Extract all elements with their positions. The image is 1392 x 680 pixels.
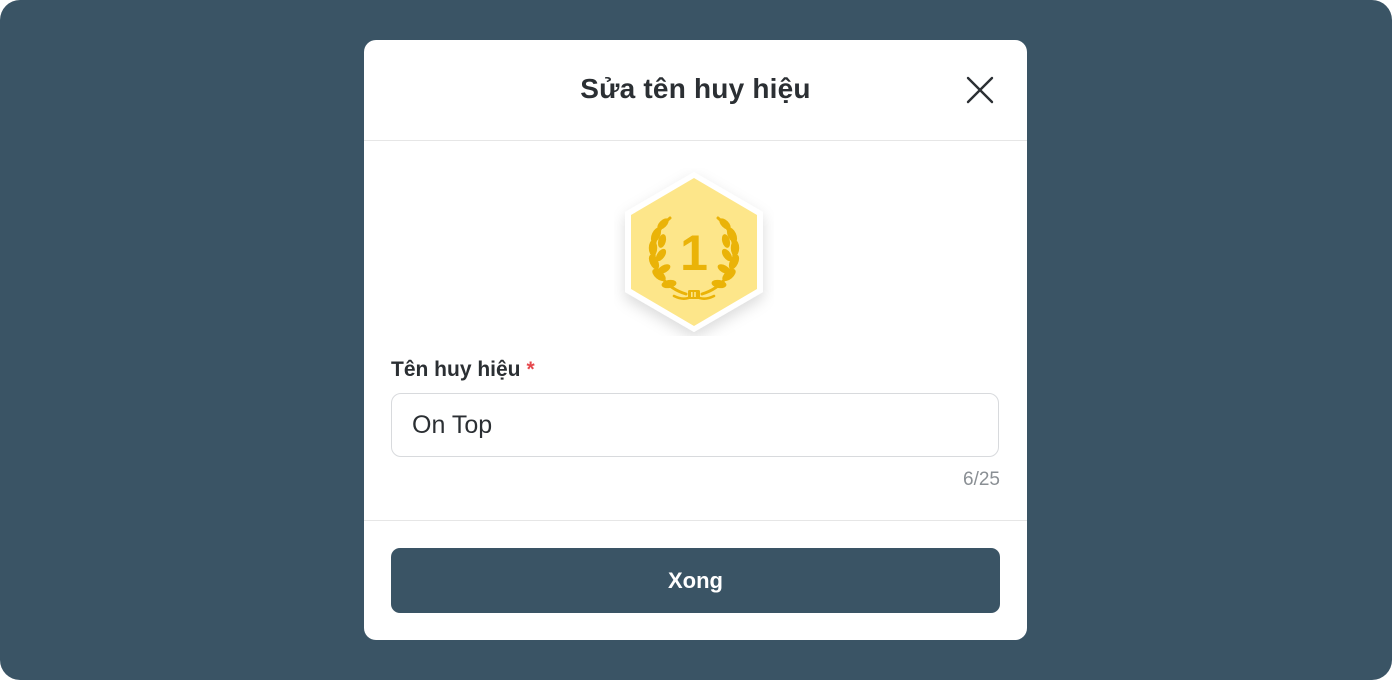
dialog-footer: Xong xyxy=(364,520,1027,640)
character-counter: 6/25 xyxy=(963,469,1000,490)
rename-badge-dialog: Sửa tên huy hiệu 1 Tên huy hiệu * On Top… xyxy=(364,40,1027,640)
required-indicator: * xyxy=(526,358,535,381)
badge-name-label-text: Tên huy hiệu xyxy=(391,358,521,381)
close-button[interactable] xyxy=(964,74,996,106)
dialog-title: Sửa tên huy hiệu xyxy=(580,73,811,104)
badge-name-label: Tên huy hiệu * xyxy=(391,358,535,382)
dialog-header: Sửa tên huy hiệu xyxy=(364,40,1027,141)
done-button[interactable]: Xong xyxy=(391,548,1000,613)
badge-preview: 1 xyxy=(614,168,774,336)
laurel-rank-badge-icon: 1 xyxy=(625,172,763,332)
badge-rank-number: 1 xyxy=(680,225,708,281)
close-icon xyxy=(966,76,994,104)
badge-name-input[interactable] xyxy=(391,393,999,457)
